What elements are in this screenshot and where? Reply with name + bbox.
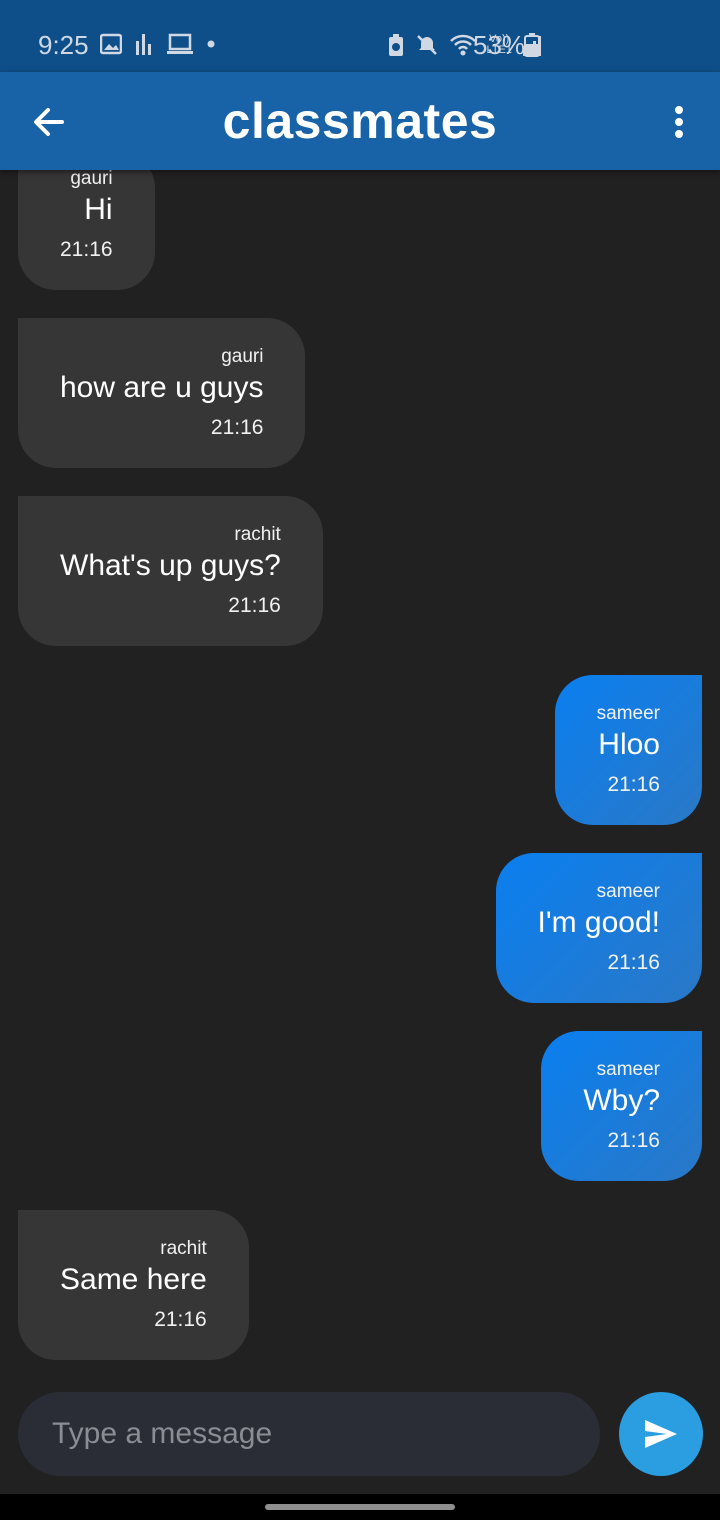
gallery-icon <box>100 33 122 55</box>
laptop-icon <box>167 33 193 54</box>
message-time: 21:16 <box>607 1129 660 1152</box>
message-bubble-incoming[interactable]: rachit What's up guys? 21:16 <box>18 496 323 646</box>
mute-icon <box>416 35 437 55</box>
status-bar: 9:25 Vo)) LTE1 53% <box>0 0 720 72</box>
message-time: 21:16 <box>154 1308 207 1331</box>
message-text: Wby? <box>583 1084 660 1117</box>
message-text: Hloo <box>598 728 660 761</box>
more-vert-icon <box>675 106 683 114</box>
message-sender: sameer <box>596 1059 660 1080</box>
message-bubble-outgoing[interactable]: sameer I'm good! 21:16 <box>495 853 702 1003</box>
message-sender: sameer <box>596 881 660 902</box>
message-sender: gauri <box>221 346 264 367</box>
message-list[interactable]: gauri Hi 21:16 gauri how are u guys 21:1… <box>0 0 720 1380</box>
message-bubble-outgoing[interactable]: sameer Hloo 21:16 <box>554 675 702 825</box>
chat-title: classmates <box>222 93 498 149</box>
message-sender: gauri <box>70 168 113 189</box>
battery-icon <box>524 33 540 57</box>
message-text: Hi <box>84 193 113 226</box>
send-icon <box>645 1420 677 1448</box>
message-time: 21:16 <box>607 951 660 974</box>
equalizer-icon <box>136 34 151 55</box>
message-time: 21:16 <box>210 416 264 439</box>
dot-icon <box>207 40 215 48</box>
message-sender: rachit <box>234 524 281 545</box>
message-text: Same here <box>60 1263 207 1296</box>
message-sender: sameer <box>596 703 660 724</box>
more-vert-dot <box>675 118 683 126</box>
battery-percentage: 53% <box>473 30 526 60</box>
message-time: 21:16 <box>228 594 281 617</box>
system-nav-bar <box>0 1494 720 1520</box>
more-vert-dot <box>675 130 683 138</box>
app-bar: classmates <box>0 72 720 170</box>
message-sender: rachit <box>160 1238 207 1259</box>
status-time: 9:25 <box>38 30 89 60</box>
home-handle[interactable] <box>265 1504 455 1510</box>
message-text: What's up guys? <box>60 549 281 582</box>
message-bubble-incoming[interactable]: rachit Same here 21:16 <box>18 1210 249 1360</box>
message-bubble-incoming[interactable]: gauri how are u guys 21:16 <box>18 318 306 468</box>
message-input[interactable] <box>52 1392 572 1476</box>
message-text: how are u guys <box>60 371 264 404</box>
send-button[interactable] <box>619 1392 703 1476</box>
battery-saver-icon <box>388 34 403 56</box>
message-time: 21:16 <box>607 773 660 796</box>
message-time: 21:16 <box>60 238 113 261</box>
message-input-container <box>18 1392 600 1476</box>
message-bubble-incoming[interactable]: gauri Hi 21:16 <box>18 150 155 290</box>
more-options-button[interactable] <box>664 100 694 144</box>
message-bubble-outgoing[interactable]: sameer Wby? 21:16 <box>541 1031 702 1181</box>
notification-icons <box>100 33 216 55</box>
message-text: I'm good! <box>537 906 660 939</box>
